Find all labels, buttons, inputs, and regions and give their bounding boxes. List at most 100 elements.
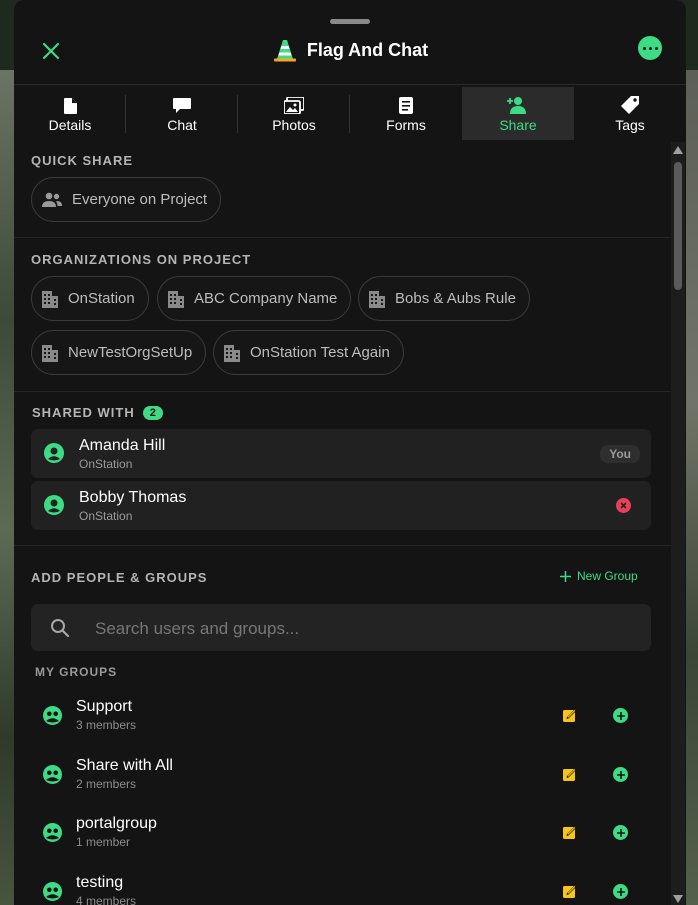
org-name: OnStation — [68, 290, 135, 307]
you-badge: You — [600, 445, 640, 463]
plus-icon — [616, 828, 625, 837]
tab-label: Details — [48, 117, 92, 133]
edit-icon[interactable] — [563, 825, 577, 839]
everyone-on-project-chip[interactable]: Everyone on Project — [31, 177, 222, 222]
forms-icon — [399, 97, 413, 114]
panel-title: Flag And Chat — [306, 39, 429, 60]
photos-icon — [284, 97, 304, 114]
add-people-heading: ADD PEOPLE & GROUPS — [31, 570, 208, 585]
group-row[interactable]: Support 3 members — [31, 690, 651, 740]
building-icon — [224, 344, 240, 362]
edit-icon[interactable] — [563, 884, 577, 898]
tab-forms[interactable]: Forms — [350, 87, 462, 140]
tab-bar: Details Chat Photos Forms Share Tags — [14, 84, 686, 141]
building-icon — [42, 344, 58, 362]
map-background-left — [0, 70, 14, 905]
search-icon — [51, 619, 70, 638]
person-org: OnStation — [79, 457, 133, 471]
organizations-heading: ORGANIZATIONS ON PROJECT — [31, 252, 252, 267]
person-org: OnStation — [79, 509, 133, 523]
scroll-up-arrow-icon[interactable] — [673, 146, 683, 154]
tab-share[interactable]: Share — [462, 87, 574, 140]
group-row[interactable]: portalgroup 1 member — [31, 807, 651, 857]
chat-icon — [173, 98, 191, 113]
shared-with-heading: SHARED WITH 2 — [32, 405, 163, 420]
org-chip-onstation[interactable]: OnStation — [31, 276, 149, 321]
group-name: testing — [76, 874, 124, 891]
tab-tags[interactable]: Tags — [574, 87, 686, 140]
add-group-button[interactable] — [613, 884, 628, 899]
close-icon — [620, 502, 627, 509]
tab-label: Forms — [386, 117, 426, 133]
group-name: Share with All — [76, 757, 173, 774]
group-icon — [43, 823, 62, 842]
scroll-down-arrow-icon[interactable] — [673, 895, 683, 903]
group-icon — [43, 706, 62, 725]
section-divider — [14, 237, 672, 238]
plus-icon — [560, 570, 571, 582]
quick-share-heading: QUICK SHARE — [31, 153, 134, 168]
remove-person-button[interactable] — [616, 498, 631, 513]
search-box — [31, 604, 651, 653]
tab-label: Photos — [272, 117, 316, 133]
edit-icon[interactable] — [563, 708, 577, 722]
shared-person-row: Bobby Thomas OnStation — [31, 481, 651, 530]
org-chip-bobs-aubs[interactable]: Bobs & Aubs Rule — [358, 276, 530, 321]
group-row[interactable]: testing 4 members — [31, 866, 651, 905]
add-group-button[interactable] — [613, 708, 628, 723]
group-member-count: 2 members — [76, 777, 137, 791]
tab-label: Share — [499, 117, 537, 133]
group-icon — [43, 765, 62, 784]
scrollbar[interactable] — [671, 142, 685, 905]
my-groups-heading: MY GROUPS — [35, 665, 118, 679]
tag-icon — [621, 96, 639, 114]
edit-icon[interactable] — [563, 767, 577, 781]
people-icon — [42, 192, 62, 207]
org-name: ABC Company Name — [194, 290, 338, 307]
group-row[interactable]: Share with All 2 members — [31, 749, 651, 799]
shared-count-badge: 2 — [142, 405, 163, 420]
more-options-button[interactable] — [638, 36, 662, 60]
new-group-button[interactable]: New Group — [560, 569, 638, 583]
plus-icon — [616, 770, 625, 779]
person-name: Bobby Thomas — [79, 489, 187, 506]
group-member-count: 1 member — [76, 835, 131, 849]
tab-chat[interactable]: Chat — [126, 87, 238, 140]
more-options-icon — [642, 46, 646, 50]
traffic-cone-icon — [273, 40, 296, 62]
org-chip-onstation-test[interactable]: OnStation Test Again — [213, 330, 404, 375]
panel-header: Flag And Chat — [14, 28, 686, 84]
building-icon — [42, 290, 58, 308]
share-panel: Flag And Chat Details Chat Photos Forms … — [14, 0, 686, 905]
building-icon — [369, 290, 385, 308]
group-icon — [43, 882, 62, 901]
share-content: QUICK SHARE Everyone on Project ORGANIZA… — [14, 140, 672, 905]
chip-label: Everyone on Project — [72, 191, 208, 208]
org-name: OnStation Test Again — [250, 344, 390, 361]
org-name: Bobs & Aubs Rule — [395, 290, 516, 307]
new-group-label: New Group — [577, 569, 638, 583]
map-background-right — [686, 70, 698, 905]
tab-label: Tags — [615, 117, 645, 133]
section-divider — [14, 391, 672, 392]
building-icon — [168, 290, 184, 308]
tab-label: Chat — [167, 117, 197, 133]
tab-details[interactable]: Details — [14, 87, 126, 140]
group-name: portalgroup — [76, 815, 157, 832]
search-input[interactable] — [93, 604, 637, 653]
org-name: NewTestOrgSetUp — [68, 344, 193, 361]
shared-person-row: Amanda Hill OnStation You — [31, 429, 651, 478]
org-chip-abc-company[interactable]: ABC Company Name — [157, 276, 352, 321]
org-chip-newtestorg[interactable]: NewTestOrgSetUp — [31, 330, 207, 375]
tab-photos[interactable]: Photos — [238, 87, 350, 140]
scrollbar-thumb[interactable] — [674, 162, 682, 290]
person-name: Amanda Hill — [79, 437, 166, 454]
title-group: Flag And Chat — [14, 37, 686, 63]
group-member-count: 3 members — [76, 718, 137, 732]
add-group-button[interactable] — [613, 825, 628, 840]
user-avatar-icon — [44, 495, 64, 515]
plus-icon — [616, 711, 625, 720]
user-avatar-icon — [44, 443, 64, 463]
drag-handle[interactable] — [330, 19, 370, 24]
add-group-button[interactable] — [613, 767, 628, 782]
